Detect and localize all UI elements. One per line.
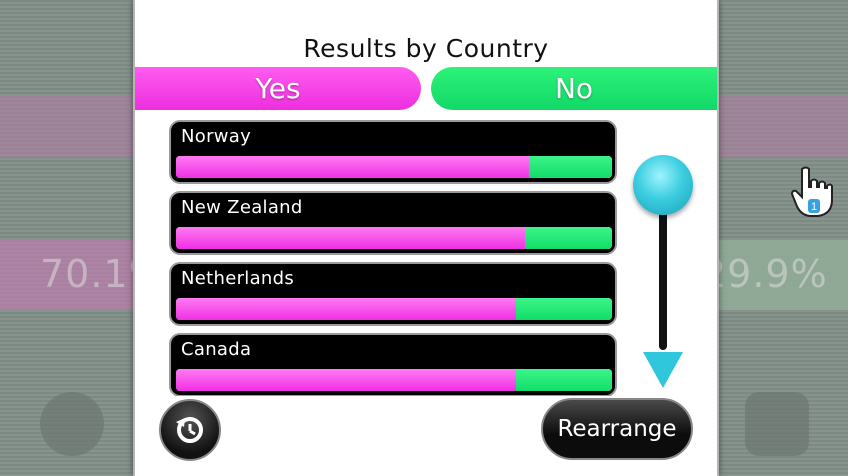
back-button[interactable]: [159, 399, 221, 461]
country-row[interactable]: New Zealand: [169, 191, 617, 255]
scroll-down-arrow-icon[interactable]: [643, 352, 683, 388]
result-bar: [176, 227, 612, 249]
rearrange-label: Rearrange: [557, 416, 677, 442]
tab-yes-label: Yes: [255, 72, 301, 105]
country-name: Norway: [181, 126, 252, 147]
tab-yes[interactable]: Yes: [135, 67, 421, 110]
scrollbar-knob[interactable]: [633, 155, 693, 215]
results-dialog: Results by Country Yes No Norway New Zea…: [133, 0, 719, 476]
no-fill: [516, 369, 612, 391]
no-fill: [516, 298, 612, 320]
scrollbar-track[interactable]: [659, 200, 667, 350]
background-back-icon: [40, 392, 104, 456]
yes-fill: [176, 298, 517, 320]
background-globe-icon: [745, 392, 809, 456]
tab-no-label: No: [554, 72, 594, 105]
back-arrow-icon: [176, 417, 203, 443]
result-bar: [176, 298, 612, 320]
result-bar: [176, 369, 612, 391]
tab-no[interactable]: No: [431, 67, 717, 110]
hand-cursor-icon: 1: [790, 166, 833, 217]
country-row[interactable]: Canada: [169, 333, 617, 396]
result-bar: [176, 156, 612, 178]
yes-fill: [176, 227, 525, 249]
no-fill: [529, 156, 612, 178]
background-no-percent: 29.9%: [702, 252, 828, 296]
country-name: Canada: [181, 339, 252, 360]
yes-fill: [176, 369, 517, 391]
country-row[interactable]: Netherlands: [169, 262, 617, 326]
country-list[interactable]: Norway New Zealand Netherlands Canada: [169, 120, 621, 396]
cursor-player-number: 1: [811, 201, 817, 213]
country-name: Netherlands: [181, 268, 295, 289]
yes-fill: [176, 156, 530, 178]
dialog-title: Results by Country: [303, 34, 549, 63]
no-fill: [524, 227, 612, 249]
rearrange-button[interactable]: Rearrange: [541, 398, 693, 460]
country-name: New Zealand: [181, 197, 303, 218]
country-row[interactable]: Norway: [169, 120, 617, 184]
